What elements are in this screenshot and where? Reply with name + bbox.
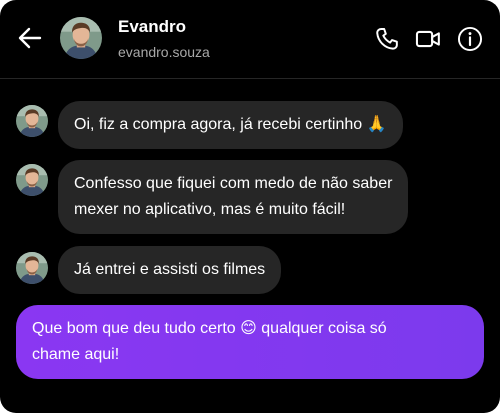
video-camera-icon[interactable]: [415, 26, 441, 52]
avatar[interactable]: [16, 105, 48, 137]
phone-icon[interactable]: [374, 26, 400, 52]
info-icon[interactable]: [457, 26, 483, 52]
chat-window: Evandro evandro.souza Oi, fiz a compra a…: [0, 0, 500, 413]
incoming-message-bubble[interactable]: Já entrei e assisti os filmes: [58, 246, 282, 294]
contact-name[interactable]: Evandro: [118, 17, 186, 37]
back-arrow-icon[interactable]: [16, 24, 44, 52]
incoming-message-bubble[interactable]: Oi, fiz a compra agora, já recebi certin…: [58, 101, 403, 149]
avatar[interactable]: [16, 164, 48, 196]
avatar[interactable]: [16, 252, 48, 284]
outgoing-message-bubble[interactable]: Que bom que deu tudo certo 😊 qualquer co…: [16, 305, 484, 379]
avatar[interactable]: [60, 17, 102, 59]
chat-header: Evandro evandro.souza: [0, 0, 500, 79]
contact-handle: evandro.souza: [118, 44, 210, 60]
incoming-message-bubble[interactable]: Confesso que fiquei com medo de não sabe…: [58, 160, 409, 234]
